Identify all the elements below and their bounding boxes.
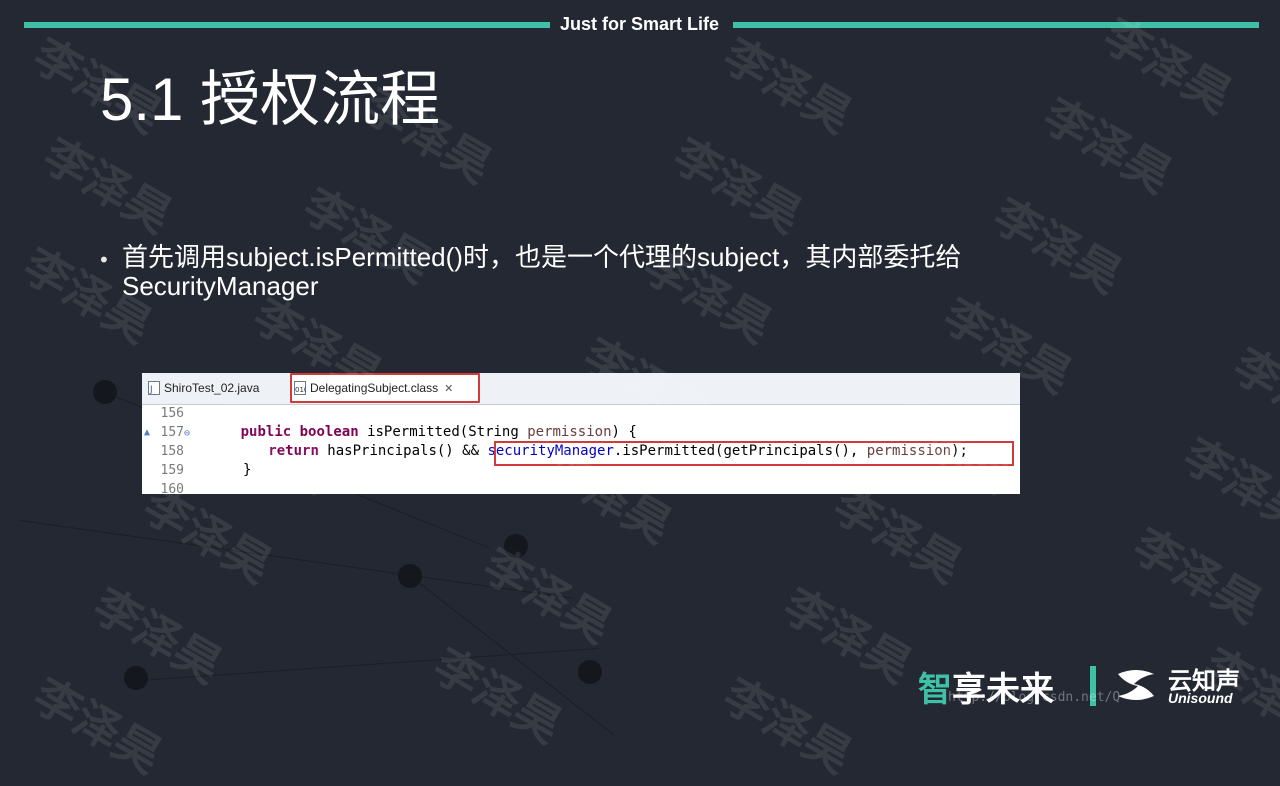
ide-screenshot: J ShiroTest_02.java 010 DelegatingSubjec… [142,373,1020,494]
bullet-text: 首先调用subject.isPermitted()时，也是一个代理的subjec… [122,242,962,301]
watermark-text: 李泽昊 [1094,7,1241,124]
slide-title: 5.1 授权流程 [100,66,441,133]
bg-line [409,575,615,736]
watermark-text: 李泽昊 [664,127,811,244]
header-line-left [24,22,550,28]
watermark-text: 李泽昊 [1034,87,1181,204]
bg-line [140,647,599,681]
svg-text:J: J [149,385,153,395]
watermark-text: 李泽昊 [714,667,861,784]
line-number: 160 [160,482,184,494]
code-line: 156 [142,404,1020,423]
line-number: 156 [160,406,184,421]
bg-dot [93,380,117,404]
code-editor[interactable]: 156 ▲ 157⊖ public boolean isPermitted(Str… [142,404,1020,494]
watermark-text: 李泽昊 [714,27,861,144]
close-icon[interactable]: ✕ [444,382,453,395]
highlight-box [494,441,1014,466]
watermark-text: 李泽昊 [1224,337,1280,454]
tab-shirotest[interactable]: J ShiroTest_02.java [146,373,288,403]
line-number: 158 [160,444,184,459]
header-line-right [733,22,1259,28]
source-url: http://blog.csdn.net/Q [948,690,1121,705]
editor-tab-bar: J ShiroTest_02.java 010 DelegatingSubjec… [142,373,1020,405]
bg-dot [124,666,148,690]
bg-line [19,520,575,599]
tab-label: ShiroTest_02.java [164,381,260,395]
company-name-en: Unisound [1168,690,1233,706]
override-marker-icon: ▲ [144,427,151,438]
java-file-icon: J [148,381,160,395]
watermark-text: 李泽昊 [424,637,571,754]
header-tagline: Just for Smart Life [560,14,720,34]
tab-delegatingsubject[interactable]: 010 DelegatingSubject.class ✕ [290,373,480,403]
code-line: 160 [142,480,1020,494]
code-line: ▲ 157⊖ public boolean isPermitted(String … [144,424,637,440]
watermark-text: 李泽昊 [84,577,231,694]
watermark-text: 李泽昊 [1124,517,1271,634]
svg-text:010: 010 [295,386,306,394]
line-number: 159 [160,463,184,478]
watermark-text: 李泽昊 [34,127,181,244]
tab-label: DelegatingSubject.class [310,381,439,395]
bg-dot [398,564,422,588]
bg-dot [504,534,528,558]
class-file-icon: 010 [294,381,306,395]
watermark-text: 李泽昊 [474,537,621,654]
bg-dot [578,660,602,684]
watermark-text: 李泽昊 [1174,427,1280,544]
watermark-text: 李泽昊 [774,577,921,694]
bullet-marker: • [98,248,110,272]
